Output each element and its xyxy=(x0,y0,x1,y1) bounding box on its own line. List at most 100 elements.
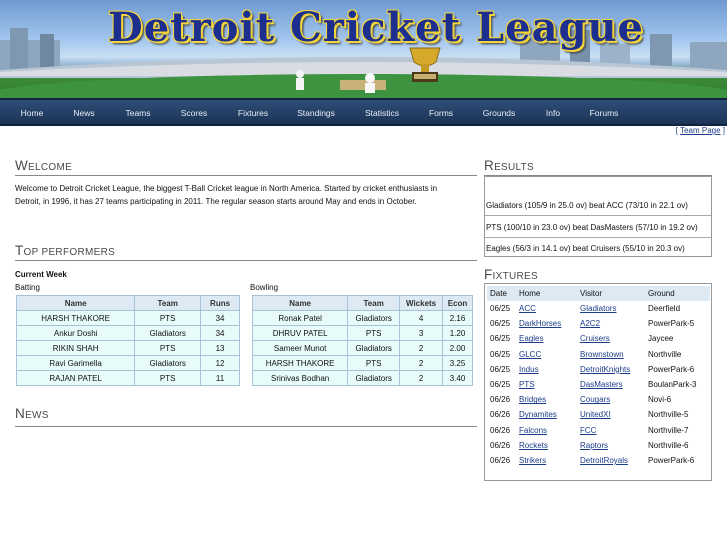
fixture-visitor-link[interactable]: Cruisers xyxy=(580,334,610,343)
player-name: DHRUV PATEL xyxy=(251,325,349,341)
welcome-divider xyxy=(15,175,477,176)
fixture-visitor-link[interactable]: Cougars xyxy=(580,395,610,404)
main-nav: Home News Teams Scores Fixtures Standing… xyxy=(0,98,727,126)
fixture-home-link[interactable]: ACC xyxy=(519,304,536,313)
batting-table: Name Team Runs HARSH THAKORE PTS 34 Ankur … xyxy=(15,295,240,386)
top-performers-heading: TOP PERFORMERS xyxy=(15,243,116,258)
results-box: Gladiators (105/9 in 25.0 ov) beat ACC (… xyxy=(484,176,712,257)
player-team: PTS xyxy=(347,355,401,371)
nav-teams[interactable]: Teams xyxy=(114,100,162,126)
table-row: HARSH THAKORE PTS 2 3.25 xyxy=(251,355,473,371)
nav-info[interactable]: Info xyxy=(536,100,570,126)
team-page-link[interactable]: Team Page xyxy=(680,126,720,135)
table-row: HARSH THAKORE PTS 34 xyxy=(15,310,240,326)
player-name: RIKIN SHAH xyxy=(15,340,136,356)
fixture-visitor-link[interactable]: Raptors xyxy=(580,441,608,450)
fixture-ground: Novi-6 xyxy=(648,395,672,405)
result-divider xyxy=(485,237,711,238)
player-team: PTS xyxy=(134,340,202,356)
nav-forums[interactable]: Forums xyxy=(582,100,626,126)
player-team: Gladiators xyxy=(347,310,401,326)
bowling-label: Bowling xyxy=(250,283,279,292)
fixture-home-link[interactable]: PTS xyxy=(519,380,535,389)
fixture-ground: Northville-7 xyxy=(648,425,689,435)
player-econ: 1.20 xyxy=(442,325,473,341)
result-item: Eagles (56/3 in 14.1 ov) beat Cruisers (… xyxy=(486,244,685,253)
fixture-home-link[interactable]: Strikers xyxy=(519,456,546,465)
table-row: Sameer Munot Gladiators 2 2.00 xyxy=(251,340,473,356)
fixture-visitor-link[interactable]: UnitedXI xyxy=(580,410,611,419)
fixture-date: 06/26 xyxy=(490,425,511,435)
nav-fixtures[interactable]: Fixtures xyxy=(228,100,278,126)
player-name: Sameer Munot xyxy=(251,340,349,356)
fixture-ground: Northville xyxy=(648,349,682,359)
player-name: RAJAN PATEL xyxy=(15,370,136,386)
fixture-home-link[interactable]: Dynamites xyxy=(519,410,557,419)
fixtures-col-ground: Ground xyxy=(645,286,710,301)
table-row: 06/25 Indus DetroitKnights PowerPark-6 xyxy=(487,362,710,377)
fixture-ground: PowerPark-6 xyxy=(648,364,695,374)
table-row: 06/25 GLCC Brownstown Northville xyxy=(487,347,710,362)
batting-col-team: Team xyxy=(134,295,202,311)
fixture-visitor-link[interactable]: A2C2 xyxy=(580,319,600,328)
fixture-visitor-link[interactable]: Gladiators xyxy=(580,304,616,313)
player-runs: 11 xyxy=(200,370,240,386)
fixture-home-link[interactable]: GLCC xyxy=(519,350,541,359)
player-team: PTS xyxy=(134,370,202,386)
player-econ: 3.40 xyxy=(442,370,473,386)
results-heading: RESULTS xyxy=(484,158,535,173)
nav-statistics[interactable]: Statistics xyxy=(354,100,410,126)
player-runs: 12 xyxy=(200,355,240,371)
site-title: Detroit Cricket League xyxy=(108,4,644,51)
fixture-ground: PowerPark-5 xyxy=(648,319,695,329)
table-row: 06/26 Bridges Cougars Novi-6 xyxy=(487,392,710,407)
nav-scores[interactable]: Scores xyxy=(170,100,218,126)
welcome-heading: WELCOME xyxy=(15,158,73,173)
welcome-text: Welcome to Detroit Cricket League, the b… xyxy=(15,184,438,206)
table-row: 06/26 Rockets Raptors Northville-6 xyxy=(487,438,710,453)
fixture-date: 06/25 xyxy=(490,349,511,359)
fixture-ground: Jaycee xyxy=(648,334,674,344)
nav-home[interactable]: Home xyxy=(10,100,54,126)
fixture-home-link[interactable]: Falcons xyxy=(519,426,547,435)
result-divider xyxy=(485,215,711,216)
player-team: PTS xyxy=(134,310,202,326)
player-team: PTS xyxy=(347,325,401,341)
team-page-container: [ Team Page ] xyxy=(675,126,725,135)
fixture-home-link[interactable]: Indus xyxy=(519,365,539,374)
nav-grounds[interactable]: Grounds xyxy=(474,100,524,126)
bowling-table: Name Team Wickets Econ Ronak Patel Gladia… xyxy=(251,295,473,386)
player-runs: 34 xyxy=(200,325,240,341)
table-row: Ravi Garimella Gladiators 12 xyxy=(15,355,240,371)
fixtures-heading: FIXTURES xyxy=(484,267,538,282)
fixture-home-link[interactable]: Bridges xyxy=(519,395,546,404)
player-name: Srinivas Bodhan xyxy=(251,370,349,386)
fixture-visitor-link[interactable]: DasMasters xyxy=(580,380,623,389)
fixture-home-link[interactable]: Rockets xyxy=(519,441,548,450)
fixture-visitor-link[interactable]: Brownstown xyxy=(580,350,624,359)
table-row: Ronak Patel Gladiators 4 2.16 xyxy=(251,310,473,326)
bowling-col-wickets: Wickets xyxy=(399,295,444,311)
nav-standings[interactable]: Standings xyxy=(288,100,344,126)
fixture-home-link[interactable]: Eagles xyxy=(519,334,543,343)
table-row: DHRUV PATEL PTS 3 1.20 xyxy=(251,325,473,341)
fixture-ground: BoulanPark-3 xyxy=(648,380,697,390)
player-name: Ronak Patel xyxy=(251,310,349,326)
fixture-date: 06/26 xyxy=(490,440,511,450)
fixture-ground: PowerPark-6 xyxy=(648,455,695,465)
player-name: Ravi Garimella xyxy=(15,355,136,371)
player-wickets: 2 xyxy=(399,355,444,371)
fixture-home-link[interactable]: DarkHorses xyxy=(519,319,561,328)
nav-forms[interactable]: Forms xyxy=(420,100,462,126)
table-row: RIKIN SHAH PTS 13 xyxy=(15,340,240,356)
fixture-visitor-link[interactable]: DetroitKnights xyxy=(580,365,630,374)
player-econ: 3.25 xyxy=(442,355,473,371)
table-row: 06/26 Strikers DetroitRoyals PowerPark-6 xyxy=(487,453,710,468)
fixture-visitor-link[interactable]: FCC xyxy=(580,426,596,435)
player-team: Gladiators xyxy=(347,340,401,356)
news-heading: NEWS xyxy=(15,406,49,421)
fixture-visitor-link[interactable]: DetroitRoyals xyxy=(580,456,628,465)
player-team: Gladiators xyxy=(134,355,202,371)
nav-news[interactable]: News xyxy=(62,100,106,126)
fixture-date: 06/26 xyxy=(490,455,511,465)
